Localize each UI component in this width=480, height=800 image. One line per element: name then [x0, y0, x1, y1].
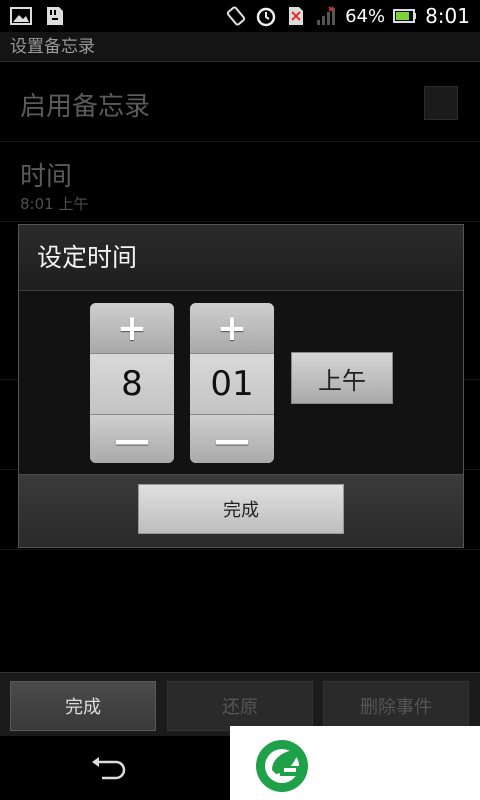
- sd-card-icon: [44, 6, 66, 26]
- leaf-logo-icon: [250, 732, 314, 796]
- back-icon[interactable]: [90, 756, 126, 780]
- restore-button[interactable]: 还原: [167, 681, 313, 731]
- minute-increment-button[interactable]: +: [190, 303, 274, 353]
- minute-picker: + 01 —: [190, 303, 274, 463]
- hour-decrement-button[interactable]: —: [90, 415, 174, 463]
- image-icon: [10, 6, 32, 26]
- screen-title: 设置备忘录: [0, 32, 480, 62]
- ampm-toggle-button[interactable]: 上午: [291, 352, 393, 404]
- minute-decrement-button[interactable]: —: [190, 415, 274, 463]
- dialog-title: 设定时间: [19, 225, 463, 291]
- status-bar: 64% 8:01: [0, 0, 480, 32]
- watermark-box: [230, 726, 480, 800]
- rotate-icon: [225, 6, 247, 26]
- no-sim-icon: [285, 6, 307, 26]
- alarm-icon: [255, 6, 277, 27]
- hour-increment-button[interactable]: +: [90, 303, 174, 353]
- delete-event-button[interactable]: 删除事件: [323, 681, 469, 731]
- hour-value[interactable]: 8: [90, 353, 174, 415]
- set-time-dialog: 设定时间 + 8 — + 01 — 上午 完成: [18, 224, 464, 548]
- clock: 8:01: [425, 4, 470, 28]
- dialog-done-button[interactable]: 完成: [138, 484, 344, 534]
- dialog-footer: 完成: [19, 474, 463, 547]
- hour-picker: + 8 —: [90, 303, 174, 463]
- battery-icon: [393, 6, 417, 26]
- minute-value[interactable]: 01: [190, 353, 274, 415]
- signal-icon: [315, 6, 337, 26]
- done-button[interactable]: 完成: [10, 681, 156, 731]
- battery-percent: 64%: [345, 5, 386, 27]
